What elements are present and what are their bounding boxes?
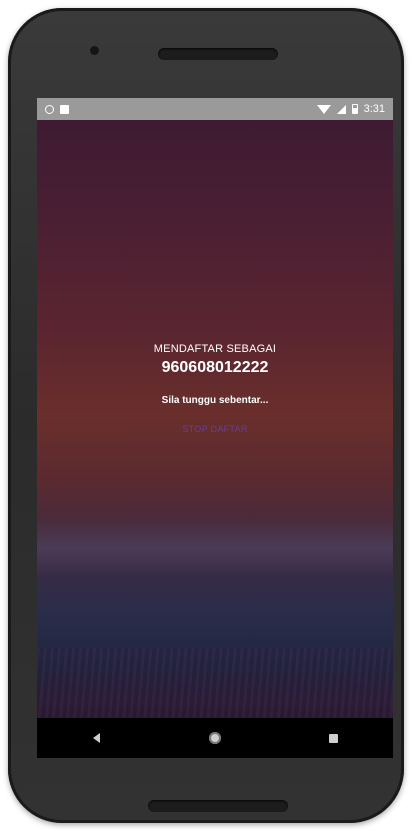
battery-icon <box>351 104 358 114</box>
recents-icon <box>329 733 339 743</box>
stop-register-link[interactable]: STOP DAFTAR <box>182 424 247 434</box>
back-button[interactable] <box>76 723 116 753</box>
home-icon <box>208 732 221 744</box>
sync-icon <box>45 104 54 114</box>
registration-panel: MENDAFTAR SEBAGAI 960608012222 Sila tung… <box>37 343 393 437</box>
status-right: 3:31 <box>316 103 385 115</box>
registration-label: MENDAFTAR SEBAGAI <box>153 343 277 355</box>
home-button[interactable] <box>195 723 235 753</box>
front-camera <box>90 46 99 55</box>
registration-number: 960608012222 <box>161 359 269 376</box>
status-bar: 3:31 <box>37 98 393 120</box>
status-left <box>45 104 69 114</box>
background-grass <box>37 648 393 718</box>
nav-bar <box>37 718 393 758</box>
back-icon <box>92 733 100 743</box>
top-speaker <box>158 48 278 60</box>
background-haze <box>37 518 393 578</box>
status-time: 3:31 <box>363 103 385 115</box>
phone-frame: 3:31 MENDAFTAR SEBAGAI 960608012222 Sila… <box>8 8 404 823</box>
wait-message: Sila tunggu sebentar... <box>161 395 269 406</box>
wifi-icon <box>316 104 331 114</box>
bottom-speaker <box>148 800 288 812</box>
signal-icon <box>336 104 346 114</box>
screen: 3:31 MENDAFTAR SEBAGAI 960608012222 Sila… <box>37 98 393 758</box>
notification-icon <box>60 104 69 114</box>
recents-button[interactable] <box>314 723 354 753</box>
